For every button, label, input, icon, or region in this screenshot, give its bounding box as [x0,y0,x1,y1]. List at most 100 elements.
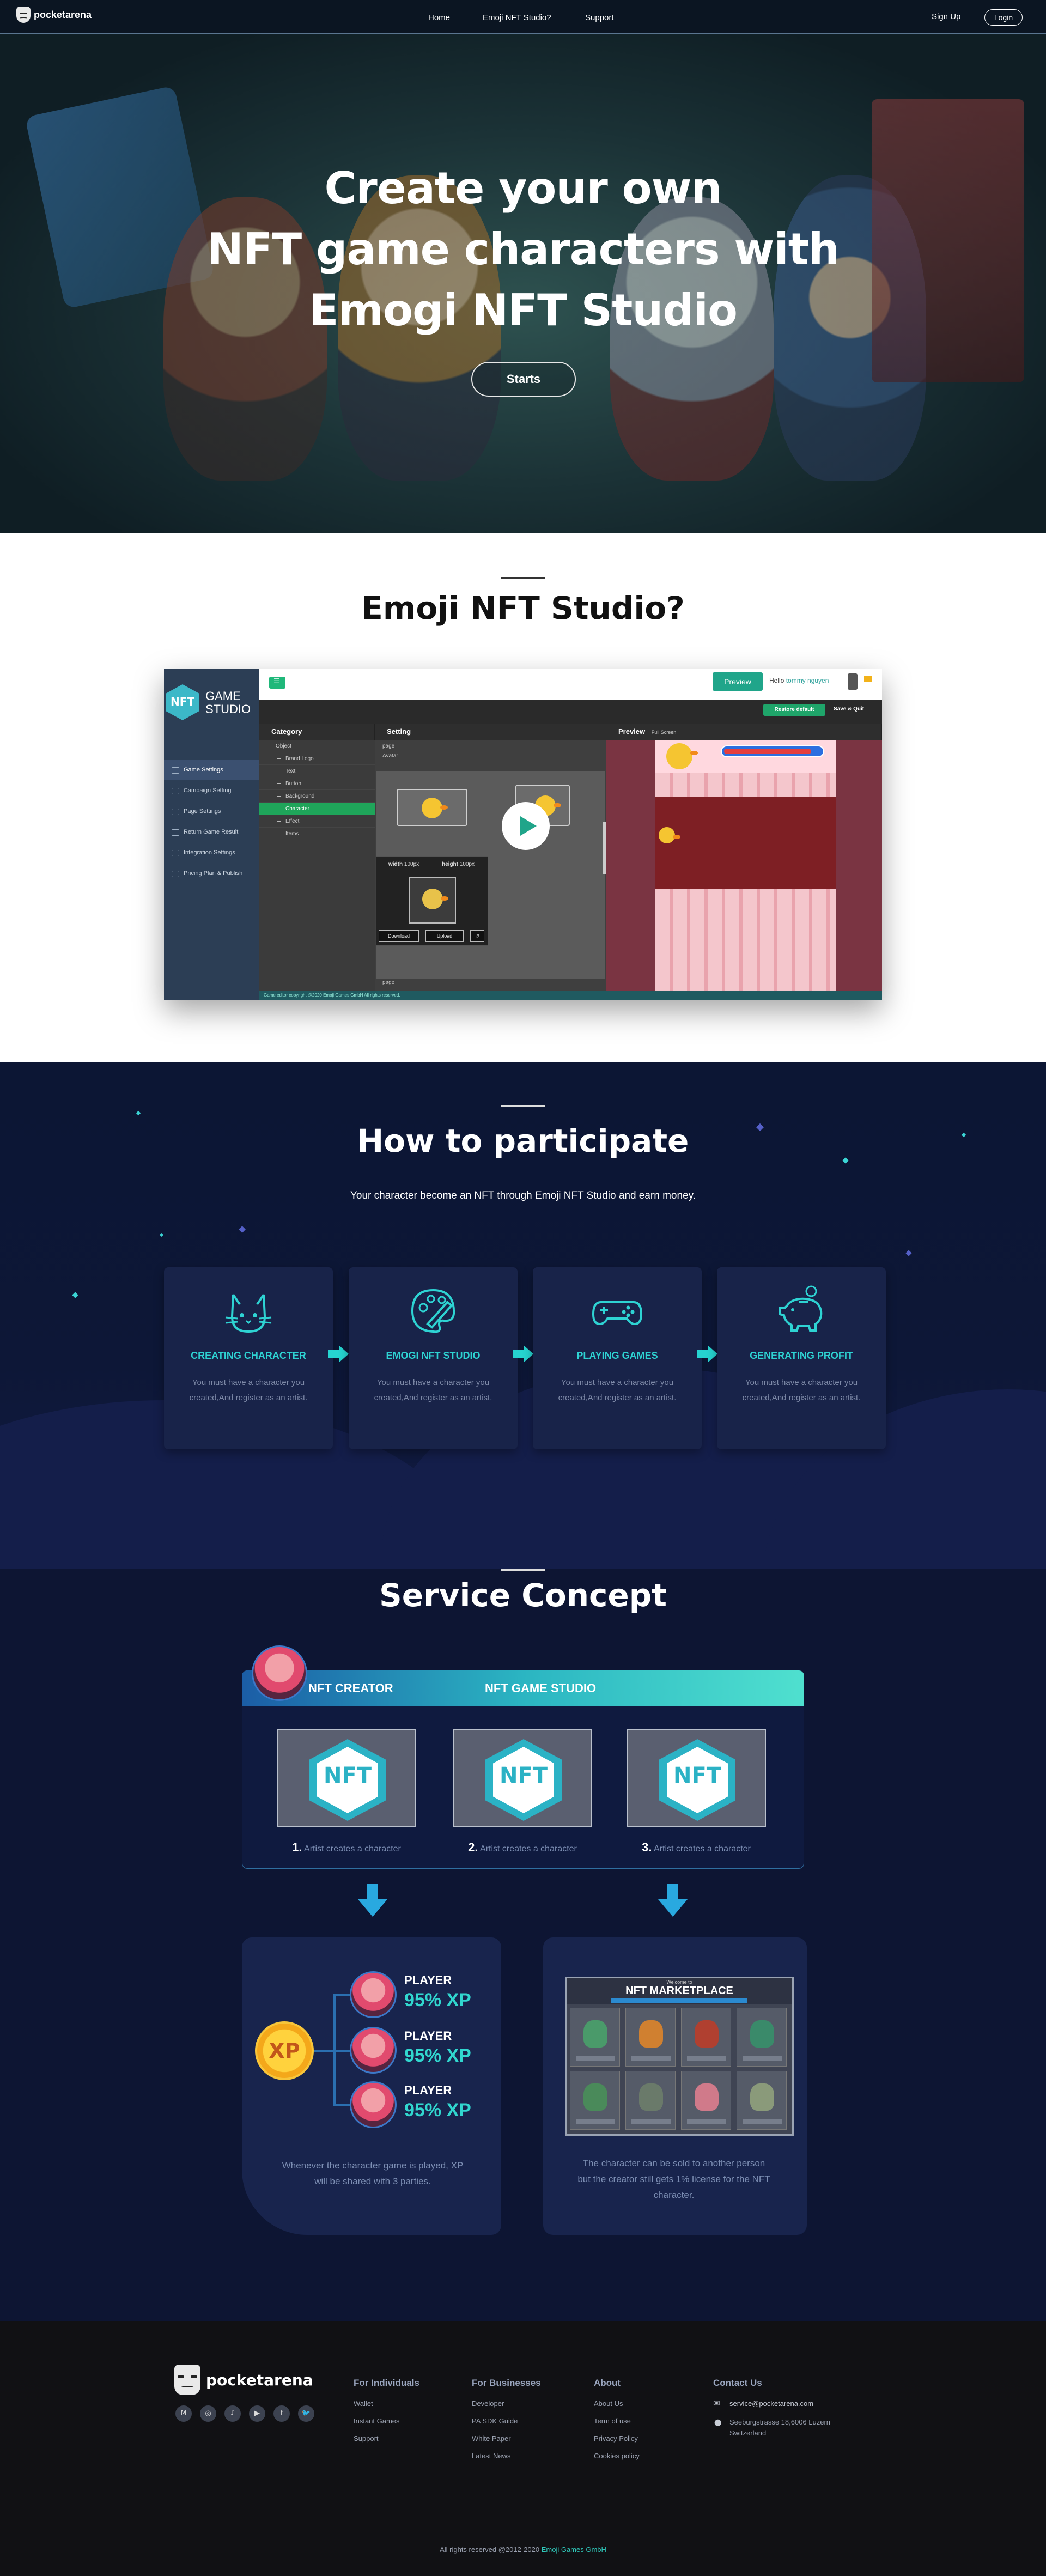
nft-card: NFT [277,1729,416,1827]
footer-link[interactable]: White Paper [472,2434,541,2452]
app-toolbar: Restore default Save & Quit [259,700,882,724]
step-caption: 3. Artist creates a character [642,1840,751,1854]
footer-link[interactable]: Latest News [472,2452,541,2469]
brand-logo[interactable]: pocketarena [16,7,92,23]
image-thumbnail [409,877,456,924]
contact-email[interactable]: service@pocketarena.com [713,2398,855,2417]
xp-coin-icon: XP [255,2021,314,2080]
category-panel-header: Category [259,724,375,740]
reset-icon[interactable]: ↺ [470,930,484,942]
footer-col-title: For Individuals [354,2378,419,2388]
xp-caption: Whenever the character game is played, X… [282,2160,464,2186]
nav-link-support[interactable]: Support [585,13,614,22]
play-video-icon[interactable] [502,802,550,850]
nft-hex-icon: NFT [309,1739,386,1821]
footer-col-contact: Contact Us service@pocketarena.com Seebu… [713,2378,855,2439]
footer-link[interactable]: Privacy Policy [594,2434,640,2452]
footer-link[interactable]: Instant Games [354,2417,419,2434]
marketplace-item [625,2071,676,2130]
footer-logo[interactable]: pocketarena [174,2365,313,2395]
youtube-icon[interactable]: ▶ [249,2405,265,2422]
footer-link[interactable]: PA SDK Guide [472,2417,541,2434]
category-item[interactable]: Effect [259,815,375,828]
footer-link[interactable]: Developer [472,2399,541,2417]
health-bar [721,745,824,757]
menu-item-integration-settings[interactable]: Integration Settings [164,842,259,863]
footer-brand: pocketarena [206,2371,313,2389]
footer-link[interactable]: About Us [594,2399,640,2417]
step-card-title: PLAYING GAMES [576,1350,658,1361]
menu-item-page-settings[interactable]: Page Settings [164,801,259,822]
setting-label: Avatar [382,753,398,759]
footer-col-title: For Businesses [472,2378,541,2388]
category-item[interactable]: Items [259,828,375,840]
category-item[interactable]: Brand Logo [259,752,375,765]
nft-card: NFT [453,1729,592,1827]
footer-col-individuals: For Individuals Wallet Instant Games Sup… [354,2378,419,2452]
section-divider [501,1569,545,1571]
studio-app-screenshot: GAMESTUDIO Game Settings Campaign Settin… [164,669,882,1000]
footer-link[interactable]: Cookies policy [594,2452,640,2469]
marketplace-item [681,2071,731,2130]
preview-panel [606,740,882,991]
starts-button[interactable]: Starts [471,362,576,397]
footer-link[interactable]: Wallet [354,2399,419,2417]
menu-item-return-game-result[interactable]: Return Game Result [164,822,259,842]
signup-link[interactable]: Sign Up [932,12,960,21]
duck-character-icon [659,827,680,843]
step-caption: 2. Artist creates a character [468,1840,577,1854]
player-label: PLAYER [404,2029,452,2043]
step-card-text: You must have a character you created,An… [374,1378,492,1402]
arrow-down-icon [358,1884,387,1919]
category-item[interactable]: Background [259,790,375,803]
star-decoration [239,1226,246,1233]
footer-link[interactable]: Term of use [594,2417,640,2434]
menu-item-game-settings[interactable]: Game Settings [164,760,259,780]
step-card-emogi-nft-studio: EMOGI NFT STUDIO You must have a charact… [349,1267,518,1449]
step-card-playing-games: PLAYING GAMES You must have a character … [533,1267,702,1449]
upload-button[interactable]: Upload [425,930,464,942]
palette-icon [411,1289,455,1333]
contact-address: Seeburgstrasse 18,6006 Luzern Switzerlan… [713,2417,855,2439]
footer-link[interactable]: Support [354,2434,419,2452]
category-item[interactable]: Object [259,740,375,752]
instagram-icon[interactable]: ◎ [200,2405,216,2422]
language-flag-icon[interactable] [864,676,872,682]
save-quit-button[interactable]: Save & Quit [834,706,864,712]
preview-panel-header: Preview Full Screen [606,724,882,740]
star-decoration [905,1250,912,1256]
login-button[interactable]: Login [984,9,1023,26]
full-screen-toggle[interactable]: Full Screen [652,730,677,735]
social-links: M ◎ ♪ ▶ f 🐦 [175,2405,314,2422]
phone-icon[interactable] [848,673,858,690]
participate-title: How to participate [357,1122,689,1159]
section-divider [501,577,545,579]
category-list: Object Brand Logo Text Button Background… [259,740,375,991]
twitter-icon[interactable]: 🐦 [298,2405,314,2422]
nft-hex-icon: NFT [659,1739,735,1821]
star-decoration [72,1292,78,1298]
facebook-icon[interactable]: f [273,2405,290,2422]
category-item-selected[interactable]: Character [259,803,375,815]
menu-item-pricing-plan[interactable]: Pricing Plan & Publish [164,863,259,884]
medium-icon[interactable]: M [175,2405,192,2422]
top-navbar: pocketarena Home Emoji NFT Studio? Suppo… [0,0,1046,34]
footer-col-title: About [594,2378,621,2388]
avatar-image-slot[interactable] [397,789,467,826]
category-item[interactable]: Button [259,777,375,790]
category-item[interactable]: Text [259,765,375,777]
footer-col-businesses: For Businesses Developer PA SDK Guide Wh… [472,2378,541,2469]
nav-link-home[interactable]: Home [428,13,450,22]
xp-sharing-panel: XP PLAYER 95% XP PLAYER 95% XP PLAYER 95… [242,1937,501,2235]
nav-link-emoji-nft-studio[interactable]: Emoji NFT Studio? [483,13,551,22]
preview-button[interactable]: Preview [713,672,763,691]
tiktok-icon[interactable]: ♪ [224,2405,241,2422]
restore-default-button[interactable]: Restore default [763,704,825,716]
cat-icon [225,1293,272,1333]
hamburger-menu-icon[interactable] [269,677,285,689]
setting-panel-header: Setting [375,724,606,740]
download-button[interactable]: Download [379,930,419,942]
app-sidebar: GAMESTUDIO Game Settings Campaign Settin… [164,669,259,1000]
player-share: PLAYER 95% XP [350,2079,486,2128]
menu-item-campaign-setting[interactable]: Campaign Setting [164,780,259,801]
